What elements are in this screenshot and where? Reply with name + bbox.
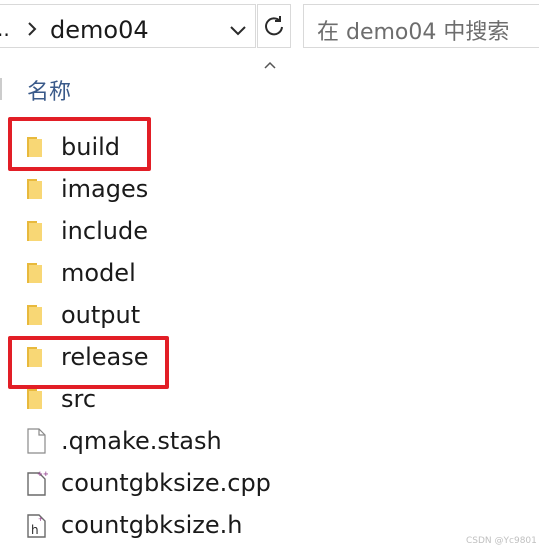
list-item[interactable]: include xyxy=(0,211,539,253)
folder-icon xyxy=(27,179,42,199)
list-item[interactable]: output xyxy=(0,295,539,337)
search-placeholder: 在 demo04 中搜索 xyxy=(317,20,510,45)
address-bar: .. demo04 在 demo04 中搜索 xyxy=(0,0,539,52)
column-header-name[interactable]: 名称 xyxy=(0,68,539,108)
file-name: output xyxy=(61,301,141,329)
breadcrumb-current-folder[interactable]: demo04 xyxy=(50,16,149,44)
cpp-file-icon: ++ xyxy=(27,470,48,496)
column-divider[interactable] xyxy=(0,78,2,100)
folder-icon xyxy=(27,263,42,283)
watermark: CSDN @Yc9801 xyxy=(466,536,537,546)
file-name: countgbksize.h xyxy=(61,511,243,539)
folder-icon xyxy=(27,389,42,409)
svg-text:h: h xyxy=(31,523,39,537)
list-item[interactable]: h + countgbksize.h xyxy=(0,505,539,547)
file-name: src xyxy=(61,385,97,413)
file-name: .qmake.stash xyxy=(61,427,222,455)
list-item[interactable]: ++ countgbksize.cpp xyxy=(0,463,539,505)
file-name: include xyxy=(61,217,148,245)
header-file-icon: h + xyxy=(27,514,46,538)
chevron-down-icon[interactable] xyxy=(228,22,248,38)
refresh-button[interactable] xyxy=(257,4,291,48)
svg-text:++: ++ xyxy=(37,470,48,478)
list-item[interactable]: images xyxy=(0,169,539,211)
list-item[interactable]: model xyxy=(0,253,539,295)
list-item[interactable]: .qmake.stash xyxy=(0,421,539,463)
refresh-icon xyxy=(265,16,283,36)
blank-file-icon xyxy=(27,428,46,454)
folder-icon xyxy=(27,221,42,241)
chevron-right-icon[interactable] xyxy=(23,19,41,39)
column-header-label: 名称 xyxy=(27,80,72,105)
highlight-box-build xyxy=(8,117,151,171)
folder-icon xyxy=(27,305,42,325)
svg-text:+: + xyxy=(38,516,43,523)
breadcrumb-overflow[interactable]: .. xyxy=(0,17,10,41)
file-name: countgbksize.cpp xyxy=(61,469,271,497)
breadcrumb[interactable]: .. demo04 xyxy=(0,4,256,48)
file-name: model xyxy=(61,259,136,287)
highlight-box-release xyxy=(8,336,169,389)
search-input[interactable]: 在 demo04 中搜索 xyxy=(303,4,539,48)
file-name: images xyxy=(61,175,149,203)
